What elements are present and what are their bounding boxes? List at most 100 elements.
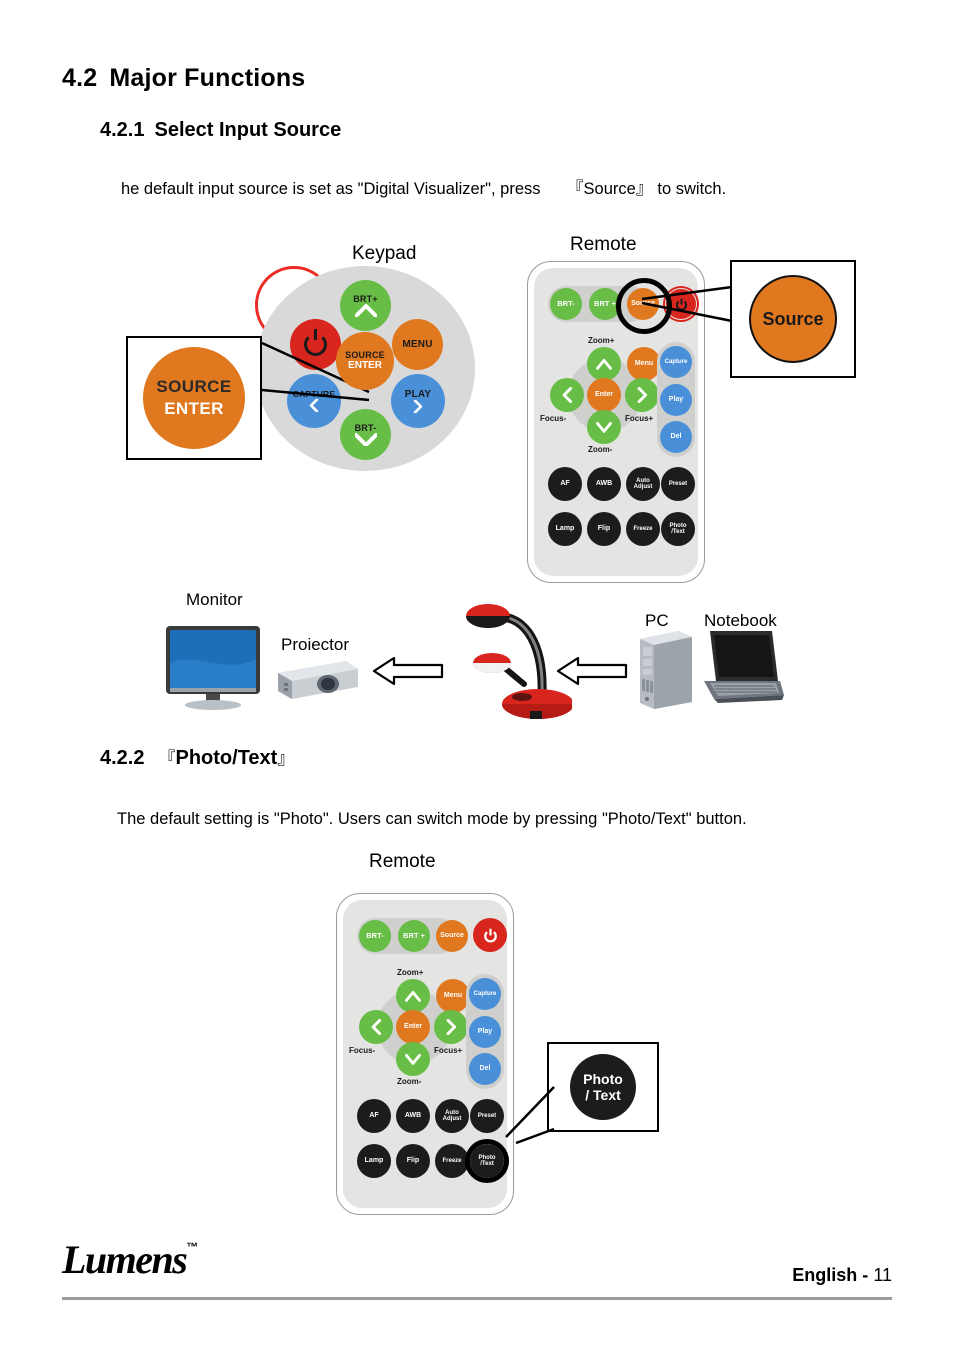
remote-top-del-button[interactable]: Del (660, 421, 692, 453)
notebook-image (704, 631, 784, 703)
remote-top-menu-label: Menu (634, 360, 654, 368)
callout-photo-text: Photo / Text (547, 1042, 659, 1132)
remote-bottom-lamp-button[interactable]: Lamp (357, 1144, 391, 1178)
remote-bottom-label: Remote (369, 851, 436, 872)
remote-top-brt-minus-label: BRT- (557, 299, 575, 309)
remote-top-lamp-label: Lamp (555, 525, 575, 533)
remote-top-label: Remote (570, 234, 637, 255)
remote-top-brt-minus-button[interactable]: BRT- (550, 288, 582, 320)
keypad-brt-up-button[interactable]: BRT+ (340, 280, 391, 331)
monitor-label: Monitor (186, 590, 243, 609)
remote-top-freeze-label: Freeze (633, 525, 653, 532)
lumens-logo: Lumens™ (62, 1236, 198, 1283)
remote-bottom-left-button[interactable] (359, 1010, 393, 1044)
remote-bottom-photo-text-button[interactable]: Photo/Text (470, 1144, 504, 1178)
remote-bottom-awb-button[interactable]: AWB (396, 1099, 430, 1133)
keypad-enter-label: ENTER (348, 360, 382, 371)
remote-top-photo-text-button[interactable]: Photo/Text (661, 512, 695, 546)
remote-top-zoom-plus-label: Zoom+ (588, 336, 615, 345)
document-page: 4.2 Major Functions 4.2.1 Select Input Sou… (0, 0, 954, 1355)
remote-bottom-capture-button[interactable]: Capture (469, 978, 501, 1010)
remote-top-preset-label: Preset (668, 480, 688, 487)
remote-bottom-brt-plus-button[interactable]: BRT + (398, 920, 430, 952)
footer-divider (62, 1297, 892, 1300)
remote-bottom-auto-adjust-button[interactable]: Auto Adjust (435, 1099, 469, 1133)
remote-bottom-down-button[interactable] (396, 1042, 430, 1076)
remote-bottom-flip-button[interactable]: Flip (396, 1144, 430, 1178)
remote-bottom-power-button[interactable] (473, 918, 507, 952)
callout-photo-label: Photo (583, 1071, 623, 1087)
notebook-label: Notebook (704, 611, 777, 630)
remote-bottom-up-button[interactable] (396, 979, 430, 1013)
remote-top-lamp-button[interactable]: Lamp (548, 512, 582, 546)
remote-bottom-preset-label: Preset (477, 1112, 497, 1119)
bracket-open-icon-422: 『 (158, 749, 176, 768)
remote-bottom-brt-plus-label: BRT + (403, 931, 425, 941)
remote-top-up-button[interactable] (587, 347, 621, 381)
remote-top-capture-label: Capture (664, 358, 688, 365)
remote-bottom-brt-minus-button[interactable]: BRT- (359, 920, 391, 952)
power-icon (483, 928, 497, 943)
remote-bottom-source-button[interactable]: Source (436, 920, 468, 952)
chevron-left-icon (371, 1019, 382, 1035)
remote-top-source-highlight-circle (616, 278, 672, 334)
remote-top-preset-button[interactable]: Preset (661, 467, 695, 501)
remote-bottom-source-label: Source (440, 932, 464, 940)
remote-top-play-button[interactable]: Play (660, 384, 692, 416)
paragraph-421-key: Source (583, 180, 636, 198)
remote-bottom-awb-label: AWB (404, 1112, 422, 1120)
remote-top-text-label: /Text (671, 529, 685, 535)
chevron-left-icon (562, 387, 573, 403)
remote-top-focus-plus-label: Focus+ (625, 414, 654, 423)
remote-bottom-brt-minus-label: BRT- (366, 931, 384, 941)
remote-top-af-button[interactable]: AF (548, 467, 582, 501)
remote-top-enter-button[interactable]: Enter (587, 378, 621, 412)
callout-remote-source-label: Source (762, 308, 824, 329)
remote-top-flip-button[interactable]: Flip (587, 512, 621, 546)
remote-bottom-menu-button[interactable]: Menu (436, 979, 470, 1013)
remote-bottom-zoom-minus-label: Zoom- (397, 1077, 422, 1086)
remote-top-flip-label: Flip (597, 525, 611, 533)
callout-enter-label: ENTER (164, 399, 224, 418)
remote-top-down-button[interactable] (587, 410, 621, 444)
pc-tower-image (640, 631, 692, 709)
remote-bottom-play-label: Play (477, 1028, 493, 1036)
bracket-close-icon: 』 (635, 179, 653, 198)
remote-bottom-capture-label: Capture (473, 990, 497, 997)
remote-top-right-button[interactable] (625, 378, 659, 412)
remote-bottom-diagram: BRT- BRT + Source Zoom+ Menu Enter Focus… (336, 893, 514, 1215)
keypad-brt-up-label: BRT+ (353, 293, 378, 304)
monitor-image (166, 626, 260, 710)
remote-bottom-right-button[interactable] (434, 1010, 468, 1044)
keypad-source-enter-button[interactable]: SOURCE ENTER (336, 332, 394, 390)
chevron-up-icon (354, 303, 377, 317)
remote-top-capture-button[interactable]: Capture (660, 346, 692, 378)
page-footer: English - 11 (792, 1265, 892, 1286)
remote-bottom-play-button[interactable]: Play (469, 1016, 501, 1048)
chevron-right-icon (637, 387, 648, 403)
chevron-up-icon (596, 358, 612, 370)
remote-bottom-af-button[interactable]: AF (357, 1099, 391, 1133)
keypad-menu-button[interactable]: MENU (392, 319, 443, 370)
remote-top-left-button[interactable] (550, 378, 584, 412)
remote-bottom-menu-label: Menu (443, 992, 463, 1000)
remote-top-menu-button[interactable]: Menu (627, 347, 661, 381)
remote-top-focus-minus-label: Focus- (540, 414, 567, 423)
remote-bottom-enter-label: Enter (404, 1023, 422, 1031)
keypad-play-button[interactable]: PLAY (391, 374, 445, 428)
remote-bottom-freeze-button[interactable]: Freeze (435, 1144, 469, 1178)
remote-bottom-flip-label: Flip (406, 1157, 420, 1165)
remote-top-auto-adjust-button[interactable]: Auto Adjust (626, 467, 660, 501)
remote-bottom-enter-button[interactable]: Enter (396, 1010, 430, 1044)
remote-bottom-del-button[interactable]: Del (469, 1053, 501, 1085)
arrow-left-to-projector-icon (372, 656, 444, 686)
remote-bottom-preset-button[interactable]: Preset (470, 1099, 504, 1133)
subsection-number-421: 4.2.1 (100, 119, 145, 141)
remote-top-awb-button[interactable]: AWB (587, 467, 621, 501)
remote-top-freeze-button[interactable]: Freeze (626, 512, 660, 546)
projector-label: Proiector (281, 635, 350, 654)
bracket-close-icon-422: 』 (277, 749, 295, 768)
subsection-number-422: 4.2.2 (100, 747, 145, 769)
remote-bottom-focus-plus-label: Focus+ (434, 1046, 463, 1055)
subsection-title-421: Select Input Source (154, 119, 342, 141)
